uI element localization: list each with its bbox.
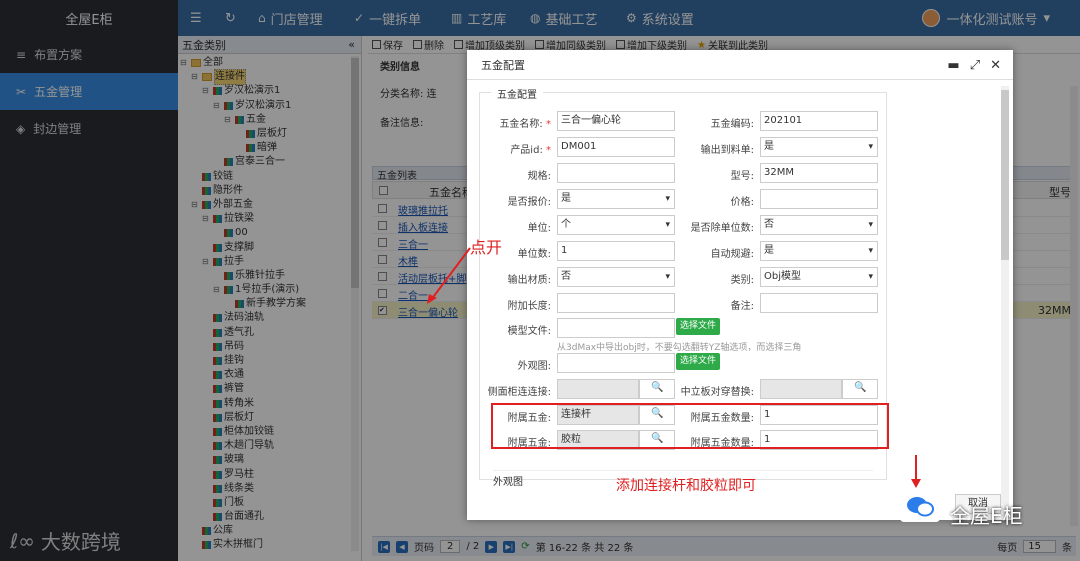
product-id-field[interactable]: DM001 <box>557 137 675 157</box>
extra-length-label: 附加长度: <box>507 301 551 312</box>
except-unit-label: 是否除单位数: <box>690 223 754 234</box>
appearance-field[interactable] <box>557 353 675 373</box>
model-label: 型号: <box>730 171 754 182</box>
annotation-arrow-icon <box>427 247 471 304</box>
except-unit-select[interactable]: 否 <box>760 215 878 235</box>
spec-label: 规格: <box>527 171 551 182</box>
spec-field[interactable] <box>557 163 675 183</box>
highlight-box <box>491 403 889 449</box>
name-label: 五金名称: * <box>499 119 551 130</box>
remark-label: 备注: <box>730 301 754 312</box>
unit-label: 单位: <box>527 223 551 234</box>
price-label: 价格: <box>730 197 754 208</box>
search-icon[interactable]: 🔍 <box>651 382 663 393</box>
maximize-icon[interactable]: ⤢ <box>970 58 980 73</box>
unit-select[interactable]: 个 <box>557 215 675 235</box>
side-connect-field[interactable] <box>557 379 639 399</box>
brand-watermark: 全屋E柜 <box>950 504 1023 528</box>
dialog-title: 五金配置 <box>481 58 525 72</box>
unit-count-field[interactable]: 1 <box>557 241 675 261</box>
choose-appearance-file-button[interactable]: 选择文件 <box>676 353 721 370</box>
close-icon[interactable]: ✕ <box>990 58 1001 73</box>
minimize-icon[interactable]: ▬ <box>947 58 959 73</box>
side-connect-label: 侧面柜连连接: <box>487 387 551 398</box>
output-label: 输出到料单: <box>700 145 754 156</box>
annotation-arrow-icon <box>911 455 921 488</box>
price-field[interactable] <box>760 189 878 209</box>
auto-avoid-select[interactable]: 是 <box>760 241 878 261</box>
mid-board-field[interactable] <box>760 379 842 399</box>
material-select[interactable]: 否 <box>557 267 675 287</box>
choose-model-file-button[interactable]: 选择文件 <box>676 318 721 335</box>
material-label: 输出材质: <box>507 275 551 286</box>
annotation-add-hint: 添加连接杆和胶粒即可 <box>616 478 756 494</box>
dialog-scrollbar[interactable] <box>1001 86 1009 516</box>
product-id-label: 产品id: * <box>510 145 551 156</box>
quote-select[interactable]: 是 <box>557 189 675 209</box>
model-file-field[interactable] <box>557 318 675 338</box>
model-file-label: 模型文件: <box>507 326 551 337</box>
quote-label: 是否报价: <box>507 197 551 208</box>
output-select[interactable]: 是 <box>760 137 878 157</box>
name-field[interactable]: 三合一偏心轮 <box>557 111 675 131</box>
model-field[interactable]: 32MM <box>760 163 878 183</box>
category-label: 类别: <box>730 275 754 286</box>
mid-board-label: 中立板对穿替换: <box>680 387 754 398</box>
search-icon[interactable]: 🔍 <box>854 382 866 393</box>
code-field[interactable]: 202101 <box>760 111 878 131</box>
dialog-header: 五金配置 ▬ ⤢ ✕ <box>467 50 1013 80</box>
category-select[interactable]: Obj模型 <box>760 267 878 287</box>
code-label: 五金编码: <box>710 119 754 130</box>
fieldset-legend: 五金配置 <box>491 86 543 101</box>
model-file-hint: 从3dMax中导出obj时，不要勾选翻转YZ轴选项，而选择三角 <box>557 343 802 353</box>
extra-length-field[interactable] <box>557 293 675 313</box>
auto-avoid-label: 自动规避: <box>710 249 754 260</box>
wechat-icon <box>900 490 940 522</box>
appearance-label: 外观图: <box>517 361 551 372</box>
remark-field[interactable] <box>760 293 878 313</box>
